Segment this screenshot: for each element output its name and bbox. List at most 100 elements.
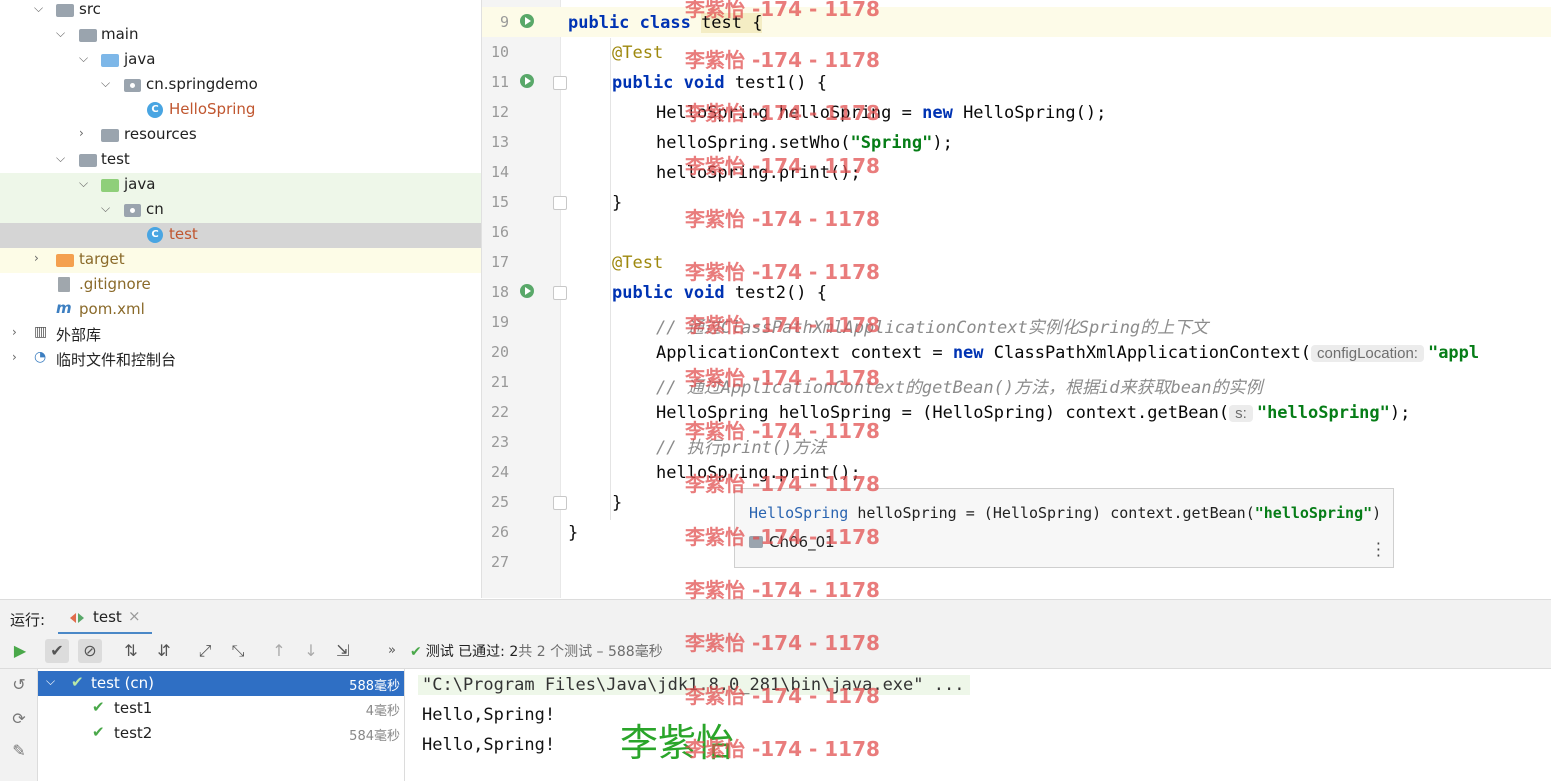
parameter-hint: s: [1229,405,1253,422]
chevron-down-icon[interactable]: ⌵ [101,201,113,217]
folder-icon [56,2,74,18]
chevron-right-icon[interactable]: › [34,251,46,267]
code-line[interactable]: 20 ApplicationContext context = new Clas… [482,337,1551,367]
code-line[interactable]: 14 helloSpring.print(); [482,157,1551,187]
test-class-icon: C [147,227,165,243]
more-options-icon[interactable]: · · · [1376,536,1381,564]
rerun-icon[interactable]: ▶ [8,639,32,663]
code-line[interactable]: 21 // 通过ApplicationContext的getBean()方法，根… [482,367,1551,398]
show-passed-icon[interactable]: ✔ [45,639,69,663]
check-icon: ✔ [410,644,422,660]
library-icon: ▥ [34,324,48,340]
excluded-folder-icon [56,252,74,268]
maven-icon: m [56,299,72,317]
tree-item-cn-springdemo[interactable]: ⌵ cn.springdemo [0,73,481,98]
run-tool-window-header: 运行: test × [0,599,1551,635]
show-ignored-icon[interactable]: ⊘ [78,639,102,663]
chevron-down-icon[interactable]: ⌵ [79,176,91,192]
check-icon: ✔ [71,673,84,691]
code-line[interactable]: 23 // 执行print()方法 [482,427,1551,458]
console-line: Hello,Spring! [422,735,556,755]
tree-item-test[interactable]: ⌵ test [0,148,481,173]
previous-failed-icon[interactable]: ↑ [267,639,291,663]
code-line[interactable]: 18 public void test2() { [482,277,1551,307]
scratches-icon: ◔ [34,349,47,365]
close-icon[interactable]: × [128,607,141,625]
test-result-row[interactable]: ✔ test2 584毫秒 [38,721,404,746]
module-label: Ch06_01 [749,533,835,551]
fold-marker[interactable] [553,196,567,210]
class-icon: C [147,102,165,118]
handwritten-signature: 李紫怡 [620,721,735,765]
chevron-down-icon[interactable]: ⌵ [56,151,68,167]
tree-item-src[interactable]: ⌵ src [0,0,481,23]
more-icon[interactable]: » [380,639,404,663]
test-folder-icon [101,177,119,193]
tab-test[interactable]: test × [58,600,152,635]
tree-item-resources[interactable]: › resources [0,123,481,148]
tree-item-pom[interactable]: m pom.xml [0,298,481,323]
fold-marker[interactable] [553,496,567,510]
check-icon: ✔ [92,723,105,741]
tree-item-external-libraries[interactable]: › ▥ 外部库 [0,322,481,347]
check-icon: ✔ [92,698,105,716]
code-line[interactable]: 24 helloSpring.print(); [482,457,1551,487]
tree-item-java[interactable]: ⌵ java [0,48,481,73]
package-icon [124,202,142,218]
project-tree: ⌵ src ⌵ main ⌵ java ⌵ cn.springdemo C He… [0,0,482,598]
chevron-right-icon[interactable]: › [79,126,91,142]
tree-item-test-java[interactable]: ⌵ java [0,173,481,198]
folder-icon [79,152,97,168]
rerun-failed-icon[interactable]: ↺ [9,675,29,695]
settings-wrench-icon[interactable]: ✎ [9,741,29,761]
run-sidebar: ↺ ⟳ ✎ [0,669,38,781]
source-folder-icon [101,52,119,68]
code-line[interactable]: 19 // 通过ClassPathXmlApplicationContext实例… [482,307,1551,338]
tree-item-hellospring[interactable]: C HelloSpring [0,98,481,123]
parameter-hint: configLocation: [1311,345,1424,362]
test-result-row[interactable]: ✔ test1 4毫秒 [38,696,404,721]
console-output[interactable]: "C:\Program Files\Java\jdk1.8.0_281\bin\… [405,669,1551,781]
code-line[interactable]: 12 HelloSpring helloSpring = new HelloSp… [482,97,1551,127]
fold-marker[interactable] [553,76,567,90]
console-line: Hello,Spring! [422,705,556,725]
chevron-down-icon[interactable]: ⌵ [34,1,46,17]
chevron-down-icon[interactable]: ⌵ [56,26,68,42]
code-line[interactable]: 11 public void test1() { [482,67,1551,97]
code-line[interactable]: 22 HelloSpring helloSpring = (HelloSprin… [482,397,1551,427]
resources-folder-icon [101,127,119,143]
code-line[interactable]: 13 helloSpring.setWho("Spring"); [482,127,1551,157]
code-line[interactable]: 16 [482,217,1551,247]
tree-item-test-class[interactable]: C test [0,223,481,248]
run-test-icon[interactable] [518,72,538,92]
code-line[interactable]: 17 @Test [482,247,1551,277]
fold-marker[interactable] [553,286,567,300]
code-line[interactable]: 9 public class test { [482,7,1551,37]
file-icon [58,277,76,293]
collapse-all-icon[interactable]: ⤡ [226,639,250,663]
code-line[interactable]: 10 @Test [482,37,1551,67]
next-failed-icon[interactable]: ↓ [299,639,323,663]
tree-item-target[interactable]: › target [0,248,481,273]
tree-item-main[interactable]: ⌵ main [0,23,481,48]
import-tests-icon[interactable]: ⇲ [331,639,355,663]
tree-item-gitignore[interactable]: .gitignore [0,273,481,298]
run-test-icon[interactable] [518,282,538,302]
run-test-icon[interactable] [518,12,538,32]
sort-alpha-icon[interactable]: ⇅ [119,639,143,663]
chevron-down-icon[interactable]: ⌵ [101,76,113,92]
chevron-down-icon[interactable]: ⌵ [79,51,91,67]
tree-item-cn[interactable]: ⌵ cn [0,198,481,223]
test-result-row[interactable]: ⌵ ✔ test (cn) 588毫秒 [38,671,404,696]
code-line[interactable]: 15 } [482,187,1551,217]
test-status: ✔ 测试 已通过: 2共 2 个测试 – 588毫秒 [410,644,663,660]
sort-duration-icon[interactable]: ⇵ [152,639,176,663]
module-icon [749,536,763,548]
folder-icon [79,27,97,43]
chevron-right-icon[interactable]: › [12,350,24,366]
chevron-right-icon[interactable]: › [12,325,24,341]
chevron-down-icon[interactable]: ⌵ [46,674,55,689]
tree-item-scratches[interactable]: › ◔ 临时文件和控制台 [0,347,481,372]
expand-all-icon[interactable]: ⤢ [193,639,217,663]
toggle-auto-test-icon[interactable]: ⟳ [9,709,29,729]
